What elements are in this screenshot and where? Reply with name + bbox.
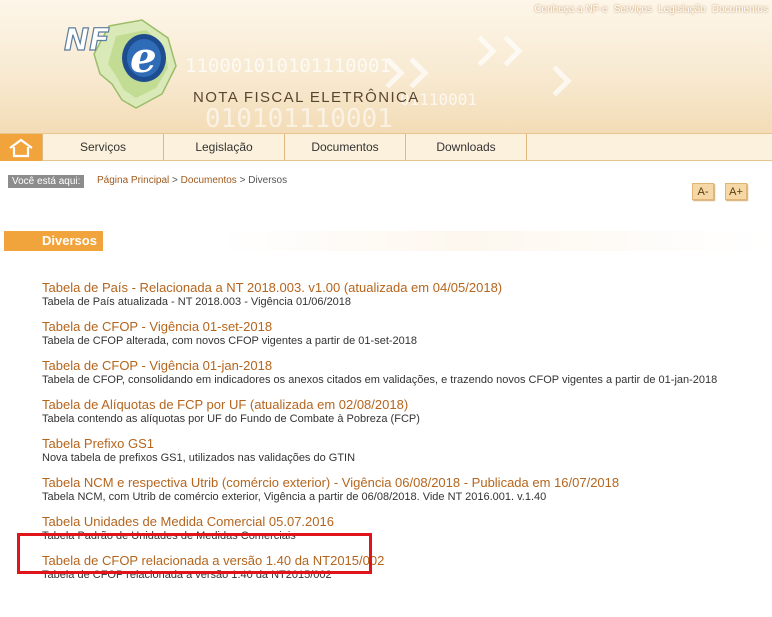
list-item: Tabela Prefixo GS1 Nova tabela de prefix…: [42, 436, 742, 465]
document-description: Tabela de CFOP alterada, com novos CFOP …: [42, 335, 418, 347]
main-menu: Serviços Legislação Documentos Downloads: [0, 133, 772, 161]
site-header: 110001010101110001 01110001 010101110001…: [0, 0, 772, 133]
document-link[interactable]: Tabela de Alíquotas de FCP por UF (atual…: [42, 397, 742, 412]
header-binary-decoration: 110001010101110001: [185, 55, 391, 77]
document-description: Nova tabela de prefixos GS1, utilizados …: [42, 452, 356, 464]
section-title: Diversos: [4, 231, 103, 251]
document-description: Tabela NCM, com Utrib de comércio exteri…: [42, 491, 547, 503]
list-item: Tabela de Alíquotas de FCP por UF (atual…: [42, 397, 742, 426]
breadcrumb-separator: >: [239, 175, 246, 186]
document-link[interactable]: Tabela Unidades de Medida Comercial 05.0…: [42, 514, 742, 529]
top-nav-legislacao[interactable]: Legislação: [658, 4, 706, 15]
menu-legislacao[interactable]: Legislação: [163, 134, 284, 160]
document-description: Tabela de País atualizada - NT 2018.003 …: [42, 296, 352, 308]
nfe-logo[interactable]: NF e: [63, 14, 184, 114]
brand-title: NOTA FISCAL ELETRÔNICA: [193, 89, 420, 106]
document-link[interactable]: Tabela de CFOP - Vigência 01-jan-2018: [42, 358, 742, 373]
home-icon: [9, 138, 33, 157]
top-nav: Conheça a NF-e Serviços Legislação Docum…: [534, 4, 768, 15]
document-description: Tabela de CFOP, consolidando em indicado…: [42, 374, 718, 386]
breadcrumb: Página Principal > Documentos > Diversos: [97, 175, 287, 186]
menu-downloads[interactable]: Downloads: [405, 134, 526, 160]
document-link[interactable]: Tabela de País - Relacionada a NT 2018.0…: [42, 280, 742, 295]
chevron-decoration-icon: [397, 57, 429, 89]
nfe-logo-icon: NF e: [63, 19, 177, 109]
top-nav-conheca[interactable]: Conheça a NF-e: [534, 4, 607, 15]
list-item: Tabela de CFOP - Vigência 01-set-2018 Ta…: [42, 319, 742, 348]
document-link[interactable]: Tabela de CFOP - Vigência 01-set-2018: [42, 319, 742, 334]
chevron-decoration-icon: [491, 35, 523, 67]
breadcrumb-separator: >: [172, 175, 178, 186]
list-item: Tabela NCM e respectiva Utrib (comércio …: [42, 475, 742, 504]
menu-servicos[interactable]: Serviços: [42, 134, 163, 160]
logo-e-text: e: [130, 33, 157, 82]
font-decrease-button[interactable]: A-: [692, 183, 714, 200]
menu-spacer: [526, 134, 772, 160]
breadcrumb-home-link[interactable]: Página Principal: [97, 175, 169, 186]
breadcrumb-documentos-link[interactable]: Documentos: [181, 175, 237, 186]
top-nav-servicos[interactable]: Serviços: [614, 4, 652, 15]
breadcrumb-label: Você está aqui:: [8, 175, 85, 188]
font-increase-button[interactable]: A+: [725, 183, 747, 200]
header-binary-decoration: 010101110001: [205, 104, 393, 133]
top-nav-documentos[interactable]: Documentos: [712, 4, 768, 15]
document-link[interactable]: Tabela Prefixo GS1: [42, 436, 742, 451]
document-link[interactable]: Tabela NCM e respectiva Utrib (comércio …: [42, 475, 742, 490]
menu-documentos[interactable]: Documentos: [284, 134, 405, 160]
document-description: Tabela contendo as alíquotas por UF do F…: [42, 413, 420, 425]
breadcrumb-current: Diversos: [248, 175, 288, 186]
section-bar: [4, 231, 768, 251]
highlight-box: [17, 533, 372, 574]
chevron-decoration-icon: [540, 65, 572, 97]
home-button[interactable]: [0, 134, 42, 161]
list-item: Tabela de País - Relacionada a NT 2018.0…: [42, 280, 742, 309]
logo-text: NF: [64, 23, 110, 58]
list-item: Tabela de CFOP - Vigência 01-jan-2018 Ta…: [42, 358, 742, 387]
